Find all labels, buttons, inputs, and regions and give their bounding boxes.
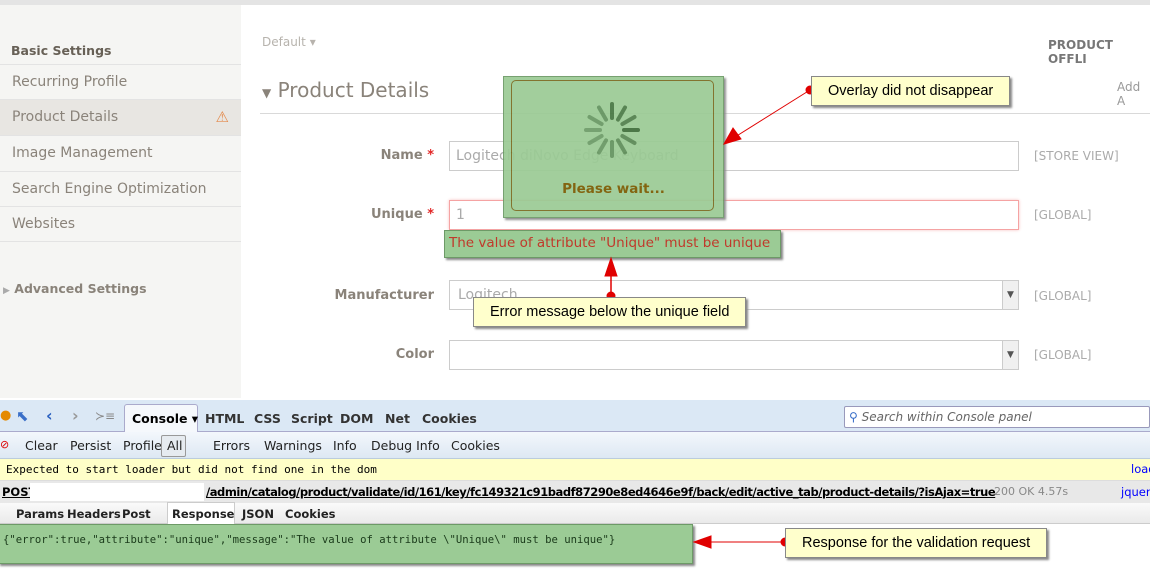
firebug-icon[interactable]: ●: [0, 408, 11, 423]
tab-script[interactable]: Script: [291, 411, 333, 426]
request-url[interactable]: /admin/catalog/product/validate/id/161/k…: [206, 485, 996, 499]
collapse-icon: ▼: [262, 86, 272, 100]
request-source-link[interactable]: jquer: [1121, 485, 1150, 499]
chevron-down-icon: ▾: [309, 35, 316, 49]
sidebar-item-recurring-profile[interactable]: Recurring Profile: [0, 64, 241, 100]
persist-button[interactable]: Persist: [70, 438, 111, 453]
inspect-icon[interactable]: ⬉: [16, 407, 29, 425]
sidebar-item-websites[interactable]: Websites: [0, 206, 241, 242]
log-source-link[interactable]: load: [1131, 462, 1150, 476]
search-placeholder: Search within Console panel: [861, 410, 1032, 424]
filter-errors[interactable]: Errors: [213, 438, 250, 453]
sidebar-section-basic: Basic Settings: [11, 43, 112, 58]
section-title[interactable]: ▼ Product Details: [262, 78, 429, 102]
subtab-json[interactable]: JSON: [242, 507, 274, 521]
clear-button[interactable]: Clear: [25, 438, 58, 453]
request-status: 200 OK 4.57s: [994, 485, 1069, 498]
product-offline-label: PRODUCT OFFLI: [1048, 38, 1113, 66]
add-attribute-button[interactable]: Add A: [1117, 80, 1150, 108]
sidebar-item-image-management[interactable]: Image Management: [0, 135, 241, 171]
sidebar-item-label: Websites: [12, 216, 76, 232]
subtab-post[interactable]: Post: [122, 507, 151, 521]
section-title-text: Product Details: [277, 78, 430, 102]
unique-error-message: The value of attribute "Unique" must be …: [444, 230, 781, 258]
unique-label: Unique *: [371, 207, 434, 222]
clear-icon[interactable]: ⊘: [0, 438, 9, 451]
filter-info[interactable]: Info: [333, 438, 357, 453]
name-label: Name *: [380, 148, 434, 163]
tab-console-label: Console ▾: [132, 411, 199, 426]
filter-all-label: All: [167, 438, 183, 453]
redacted-host: [30, 483, 204, 501]
sidebar-item-label: Recurring Profile: [12, 74, 128, 90]
store-switcher[interactable]: Default ▾: [262, 35, 316, 49]
console-search-input[interactable]: ⚲ Search within Console panel: [844, 406, 1150, 428]
color-select[interactable]: ▼: [449, 340, 1019, 370]
filter-cookies[interactable]: Cookies: [451, 438, 500, 453]
triangle-right-icon: ▶: [3, 286, 10, 296]
loading-overlay: Please wait...: [503, 76, 724, 218]
loader-text: Please wait...: [562, 181, 665, 197]
arrowhead-error: [604, 256, 618, 277]
name-scope: [STORE VIEW]: [1034, 149, 1119, 163]
tab-net[interactable]: Net: [385, 411, 410, 426]
subtab-headers[interactable]: Headers: [67, 507, 121, 521]
manufacturer-scope: [GLOBAL]: [1034, 289, 1092, 303]
subtab-response-label: Response: [172, 507, 235, 521]
annotation-error: Error message below the unique field: [473, 297, 747, 327]
log-message: Expected to start loader but did not fin…: [6, 463, 377, 476]
advanced-label: Advanced Settings: [14, 281, 147, 296]
forward-icon[interactable]: ›: [72, 406, 79, 425]
back-icon[interactable]: ‹: [46, 406, 53, 425]
subtab-params[interactable]: Params: [16, 507, 64, 521]
tab-dom[interactable]: DOM: [340, 411, 373, 426]
sidebar-section-advanced[interactable]: ▶ Advanced Settings: [3, 281, 147, 296]
console-log-row: Expected to start loader but did not fin…: [0, 459, 1150, 481]
command-line-icon[interactable]: ≻≡: [95, 409, 115, 423]
search-icon: ⚲: [849, 410, 858, 424]
warning-icon: ⚠: [215, 108, 229, 126]
filter-debug-info[interactable]: Debug Info: [371, 438, 440, 453]
spinner-icon: [584, 102, 640, 158]
tab-html[interactable]: HTML: [205, 411, 244, 426]
sidebar-item-product-details[interactable]: Product Details ⚠: [0, 99, 241, 135]
sidebar-item-label: Search Engine Optimization: [12, 181, 207, 197]
unique-scope: [GLOBAL]: [1034, 208, 1092, 222]
tab-cookies[interactable]: Cookies: [422, 411, 477, 426]
profile-button[interactable]: Profile: [123, 438, 162, 453]
response-body: {"error":true,"attribute":"unique","mess…: [0, 524, 693, 564]
manufacturer-label: Manufacturer: [334, 288, 434, 303]
color-scope: [GLOBAL]: [1034, 348, 1092, 362]
store-switcher-label: Default: [262, 35, 306, 49]
annotation-response: Response for the validation request: [785, 528, 1048, 558]
subtab-cookies[interactable]: Cookies: [285, 507, 335, 521]
chevron-down-icon: ▼: [1002, 281, 1018, 309]
chevron-down-icon: ▼: [1002, 341, 1018, 369]
sidebar-item-seo[interactable]: Search Engine Optimization: [0, 171, 241, 207]
sidebar-item-label: Image Management: [12, 145, 153, 161]
sidebar-item-label: Product Details: [12, 109, 119, 125]
filter-warnings[interactable]: Warnings: [264, 438, 322, 453]
color-label: Color: [395, 347, 434, 362]
tab-css[interactable]: CSS: [254, 411, 281, 426]
annotation-overlay: Overlay did not disappear: [811, 76, 1011, 106]
